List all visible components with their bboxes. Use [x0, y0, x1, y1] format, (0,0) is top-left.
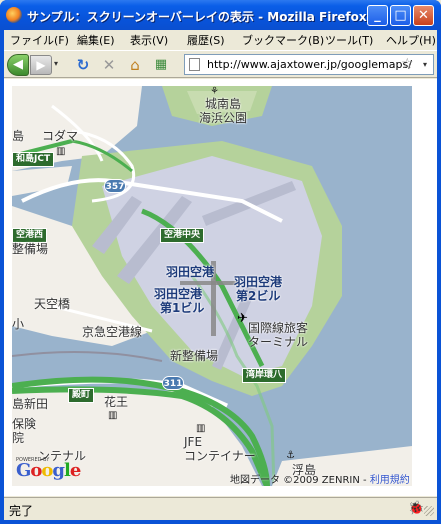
map-label: 院: [12, 431, 25, 445]
resize-grip[interactable]: [424, 506, 434, 516]
factory-icon: ▥: [196, 423, 206, 434]
map-label: JFE: [184, 435, 203, 449]
map-label: 第2ビル: [236, 289, 281, 303]
menu-tools[interactable]: ツール(T): [325, 32, 373, 48]
status-text: 完了: [9, 504, 34, 518]
map-label: 第1ビル: [160, 301, 205, 315]
menu-history[interactable]: 履歴(S): [187, 32, 225, 48]
map-label: 羽田空港: [166, 265, 215, 279]
maximize-button[interactable]: □: [390, 5, 411, 26]
map-label: 羽田空港: [234, 275, 283, 289]
history-dropdown-icon[interactable]: ▾: [54, 59, 58, 68]
close-button[interactable]: ✕: [413, 5, 434, 26]
map-label: コダマ: [42, 129, 79, 143]
bookmark-star-icon[interactable]: ☆: [401, 56, 414, 72]
airport-icon: ✈: [237, 311, 248, 326]
copyright-text: 地図データ ©2009 ZENRIN -: [230, 475, 370, 486]
map-label: 島新田: [12, 397, 49, 411]
reload-icon[interactable]: ↻: [74, 56, 92, 74]
anchor-icon: ⚓: [286, 450, 295, 461]
map-label: ターミナル: [248, 335, 309, 349]
map-copyright: 地図データ ©2009 ZENRIN - 利用規約: [230, 471, 410, 486]
menu-bar: ファイル(F) 編集(E) 表示(V) 履歴(S) ブックマーク(B) ツール(…: [4, 30, 437, 49]
url-text[interactable]: http://www.ajaxtower.jp/googlemaps/: [207, 58, 412, 71]
map-label: 天空橋: [34, 297, 71, 311]
page-icon: [189, 58, 200, 71]
highway-shield: 殿町: [68, 388, 95, 403]
url-bar[interactable]: http://www.ajaxtower.jp/googlemaps/ ☆ ▾: [184, 54, 434, 75]
map-label: 保険: [12, 417, 37, 431]
menu-view[interactable]: 表示(V): [130, 32, 168, 48]
firefox-icon: [6, 7, 22, 23]
menu-file[interactable]: ファイル(F): [10, 32, 69, 48]
google-logo[interactable]: Google: [16, 460, 81, 481]
highway-shield: 空港中央: [160, 228, 205, 243]
menu-help[interactable]: ヘルプ(H): [386, 32, 436, 48]
window-client: ファイル(F) 編集(E) 表示(V) 履歴(S) ブックマーク(B) ツール(…: [4, 30, 437, 520]
forward-button[interactable]: ▶: [30, 55, 52, 75]
map-label: 小: [12, 317, 25, 331]
screen-overlay-horizontal: [180, 281, 240, 285]
map-label: コンテイナー: [184, 449, 256, 463]
map-label: 城南島: [205, 97, 242, 111]
menu-bookmarks[interactable]: ブックマーク(B): [242, 32, 324, 48]
status-bar: 完了 🐞: [4, 497, 437, 519]
park-icon: ⚘: [210, 86, 219, 97]
map-label: 海浜公園: [199, 111, 248, 125]
firebug-icon[interactable]: 🐞: [408, 501, 424, 516]
back-button[interactable]: ◀: [7, 54, 29, 76]
factory-icon: ▥: [108, 410, 118, 421]
title-bar[interactable]: サンプル：スクリーンオーバーレイの表示 - Mozilla Firefox _ …: [0, 0, 441, 30]
home-icon[interactable]: ⌂: [126, 56, 144, 74]
rss-icon[interactable]: ▦: [152, 56, 170, 74]
map-label: 京急空港線: [82, 325, 143, 339]
terms-link[interactable]: 利用規約: [370, 475, 410, 486]
map-label: 国際線旅客: [248, 321, 309, 335]
highway-shield: 湾岸環八: [242, 368, 287, 383]
url-dropdown-icon[interactable]: ▾: [423, 60, 427, 69]
map-label: 島: [12, 129, 25, 143]
route-shield: 357: [104, 179, 126, 193]
menu-edit[interactable]: 編集(E): [77, 32, 115, 48]
map-label: 羽田空港: [154, 287, 203, 301]
window-title: サンプル：スクリーンオーバーレイの表示 - Mozilla Firefox: [27, 10, 367, 24]
minimize-button[interactable]: _: [367, 5, 388, 26]
google-map[interactable]: 城南島 海浜公園 ⚘ 島 コダマ ▥ 和島JCT 357 空港中央 空港西 整備…: [12, 86, 412, 486]
navigation-toolbar: ◀ ▶ ▾ ↻ ✕ ⌂ ▦ http://www.ajaxtower.jp/go…: [4, 50, 437, 78]
highway-shield: 和島JCT: [12, 152, 55, 167]
highway-shield: 空港西: [12, 228, 48, 243]
stop-icon[interactable]: ✕: [100, 56, 118, 74]
browser-window: サンプル：スクリーンオーバーレイの表示 - Mozilla Firefox _ …: [0, 0, 441, 524]
factory-icon: ▥: [56, 146, 66, 157]
page-content: 城南島 海浜公園 ⚘ 島 コダマ ▥ 和島JCT 357 空港中央 空港西 整備…: [4, 79, 437, 496]
route-shield: 311: [162, 376, 184, 390]
map-label: 花王: [104, 395, 129, 409]
map-label: 整備場: [12, 242, 49, 256]
map-label: 新整備場: [170, 349, 219, 363]
